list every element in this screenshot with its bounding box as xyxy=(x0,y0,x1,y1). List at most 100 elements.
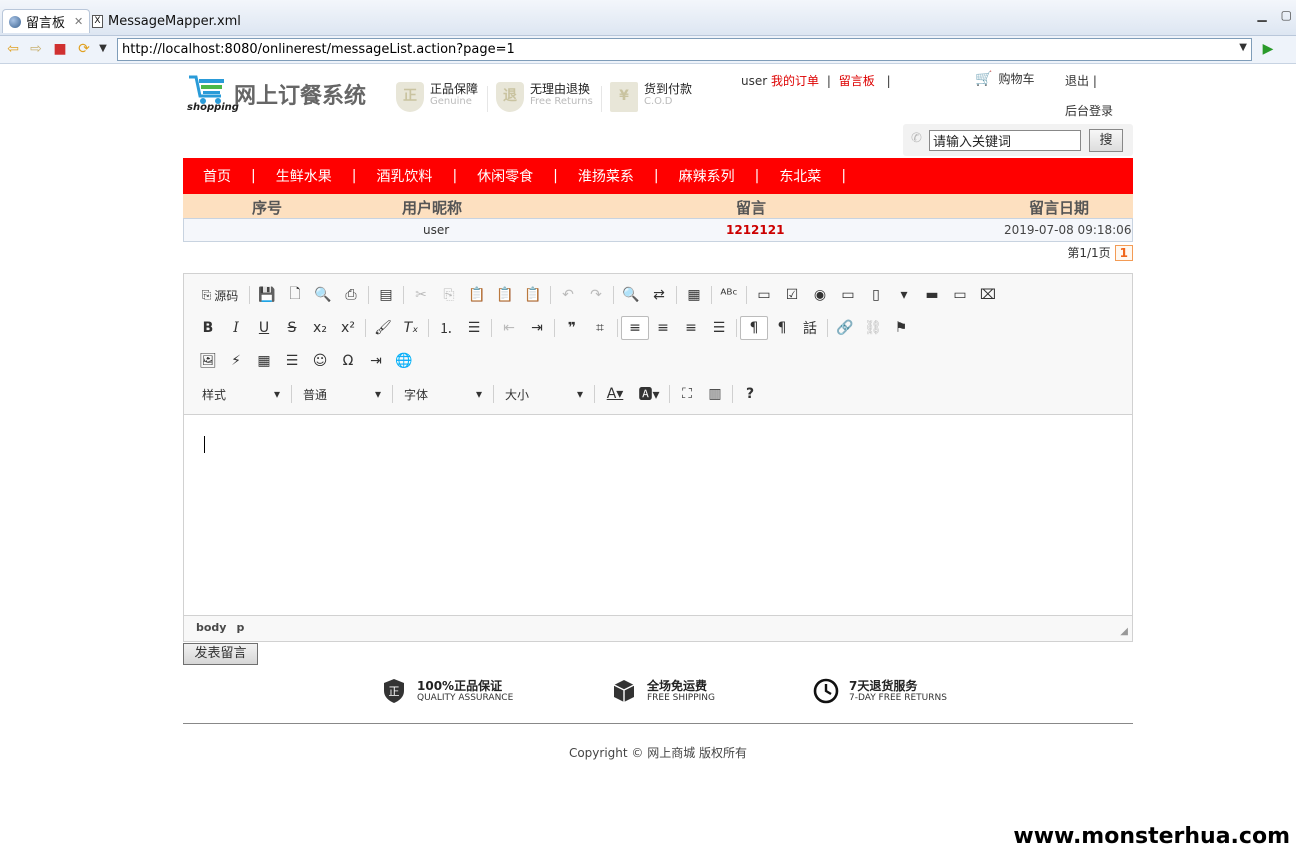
link-icon[interactable]: 🔗 xyxy=(831,316,859,340)
bulleted-list-icon[interactable]: ☰ xyxy=(460,316,488,340)
justify-icon[interactable]: ☰ xyxy=(705,316,733,340)
indent-icon[interactable]: ⇥ xyxy=(523,316,551,340)
button-icon[interactable]: ▬ xyxy=(918,283,946,307)
spellcheck-icon[interactable]: ᴬᴮᶜ xyxy=(715,283,743,307)
remove-format-icon[interactable]: Tₓ xyxy=(397,316,425,340)
find-icon[interactable]: 🔍 xyxy=(617,283,645,307)
source-button[interactable]: ⎘ 源码 xyxy=(194,283,246,307)
paste-word-icon[interactable]: 📋 xyxy=(519,283,547,307)
close-icon[interactable]: ✕ xyxy=(74,15,83,28)
nav-northeast[interactable]: 东北菜 xyxy=(779,166,821,186)
align-right-icon[interactable]: ≡ xyxy=(677,316,705,340)
replace-icon[interactable]: ⇄ xyxy=(645,283,673,307)
underline-icon[interactable]: U xyxy=(250,316,278,340)
back-icon[interactable]: ⇦ xyxy=(4,40,22,58)
resize-handle-icon[interactable]: ◢ xyxy=(1120,626,1128,637)
maximize-icon[interactable]: ⛶ xyxy=(673,382,701,406)
strikethrough-icon[interactable]: S xyxy=(278,316,306,340)
text-color-icon[interactable]: A▾ xyxy=(598,382,632,406)
blockquote-icon[interactable]: ❞ xyxy=(558,316,586,340)
page-number[interactable]: 1 xyxy=(1114,244,1133,261)
paste-text-icon[interactable]: 📋 xyxy=(491,283,519,307)
nav-snacks[interactable]: 休闲零食 xyxy=(477,166,533,186)
logout-link[interactable]: 退出 | xyxy=(1065,72,1097,89)
text-direction-rtl-icon[interactable]: ¶ xyxy=(768,316,796,340)
tab-message-board[interactable]: 留言板 ✕ xyxy=(2,9,91,33)
paste-icon[interactable]: 📋 xyxy=(463,283,491,307)
subscript-icon[interactable]: x₂ xyxy=(306,316,334,340)
chevron-down-icon[interactable]: ▼ xyxy=(94,40,112,58)
message-board-link[interactable]: 留言板 xyxy=(839,74,875,88)
search-button[interactable]: 搜 xyxy=(1089,129,1123,152)
cut-icon[interactable]: ✂ xyxy=(407,283,435,307)
unlink-icon[interactable]: ⛓ xyxy=(859,316,887,340)
italic-icon[interactable]: I xyxy=(222,316,250,340)
site-logo[interactable]: shopping 网上订餐系统 xyxy=(187,74,377,120)
anchor-icon[interactable]: ⚑ xyxy=(887,316,915,340)
stop-icon[interactable]: ■ xyxy=(51,40,69,58)
show-blocks-icon[interactable]: ▥ xyxy=(701,382,729,406)
div-container-icon[interactable]: ⌗ xyxy=(586,316,614,340)
align-left-icon[interactable]: ≡ xyxy=(621,316,649,340)
numbered-list-icon[interactable]: ⒈ xyxy=(432,316,460,340)
templates-icon[interactable]: ▤ xyxy=(372,283,400,307)
new-page-icon[interactable]: 🗋 xyxy=(281,283,309,307)
help-icon[interactable]: ? xyxy=(736,382,764,406)
select-icon[interactable]: ▾ xyxy=(890,283,918,307)
image-button-icon[interactable]: ▭ xyxy=(946,283,974,307)
copy-icon[interactable]: ⎘ xyxy=(435,283,463,307)
align-center-icon[interactable]: ≡ xyxy=(649,316,677,340)
textarea-icon[interactable]: ▯ xyxy=(862,283,890,307)
search-input[interactable] xyxy=(929,130,1081,151)
print-icon[interactable]: ⎙ xyxy=(337,283,365,307)
image-icon[interactable]: 🖼 xyxy=(194,349,222,373)
select-all-icon[interactable]: ▦ xyxy=(680,283,708,307)
textfield-icon[interactable]: ▭ xyxy=(834,283,862,307)
form-icon[interactable]: ▭ xyxy=(750,283,778,307)
path-body[interactable]: body xyxy=(196,621,226,636)
refresh-icon[interactable]: ⟳ xyxy=(75,40,93,58)
bold-icon[interactable]: B xyxy=(194,316,222,340)
admin-login-link[interactable]: 后台登录 xyxy=(1065,102,1113,119)
minimize-icon[interactable]: ▁ xyxy=(1257,8,1266,22)
forward-icon[interactable]: ⇨ xyxy=(27,40,45,58)
nav-home[interactable]: 首页 xyxy=(203,166,231,186)
tab-message-mapper[interactable]: X MessageMapper.xml xyxy=(86,10,247,32)
special-char-icon[interactable]: Ω xyxy=(334,349,362,373)
undo-icon[interactable]: ↶ xyxy=(554,283,582,307)
text-direction-ltr-icon[interactable]: ¶ xyxy=(740,316,768,340)
checkbox-icon[interactable]: ☑ xyxy=(778,283,806,307)
language-icon[interactable]: 話 xyxy=(796,316,824,340)
preview-icon[interactable]: 🔍 xyxy=(309,283,337,307)
cart-link[interactable]: 🛒 购物车 xyxy=(975,70,1034,87)
size-combo[interactable]: 大小 ▾ xyxy=(497,382,591,406)
save-icon[interactable]: 💾 xyxy=(253,283,281,307)
copy-format-icon[interactable]: 🖌 xyxy=(369,316,397,340)
font-combo[interactable]: 字体 ▾ xyxy=(396,382,490,406)
maximize-icon[interactable]: ▢ xyxy=(1281,8,1292,22)
outdent-icon[interactable]: ⇤ xyxy=(495,316,523,340)
redo-icon[interactable]: ↷ xyxy=(582,283,610,307)
go-icon[interactable]: ▶ xyxy=(1259,40,1277,58)
radio-icon[interactable]: ◉ xyxy=(806,283,834,307)
chevron-down-icon[interactable]: ▼ xyxy=(1239,42,1247,53)
table-icon[interactable]: ▦ xyxy=(250,349,278,373)
smiley-icon[interactable]: ☺ xyxy=(306,349,334,373)
iframe-icon[interactable]: 🌐 xyxy=(390,349,418,373)
my-orders-link[interactable]: 我的订单 xyxy=(771,74,819,88)
bg-color-icon[interactable]: 🅰▾ xyxy=(632,382,666,406)
horizontal-line-icon[interactable]: ☰ xyxy=(278,349,306,373)
nav-huaiyang[interactable]: 淮扬菜系 xyxy=(578,166,634,186)
post-message-button[interactable]: 发表留言 xyxy=(183,643,258,665)
format-combo[interactable]: 普通 ▾ xyxy=(295,382,389,406)
nav-drinks[interactable]: 酒乳饮料 xyxy=(376,166,432,186)
page-break-icon[interactable]: ⇥ xyxy=(362,349,390,373)
styles-combo[interactable]: 样式 ▾ xyxy=(194,382,288,406)
nav-fresh-fruit[interactable]: 生鲜水果 xyxy=(276,166,332,186)
superscript-icon[interactable]: x² xyxy=(334,316,362,340)
path-p[interactable]: p xyxy=(236,621,244,636)
url-input[interactable]: http://localhost:8080/onlinerest/message… xyxy=(117,38,1252,61)
editor-content-area[interactable] xyxy=(184,415,1132,615)
flash-icon[interactable]: ⚡ xyxy=(222,349,250,373)
nav-spicy[interactable]: 麻辣系列 xyxy=(679,166,735,186)
